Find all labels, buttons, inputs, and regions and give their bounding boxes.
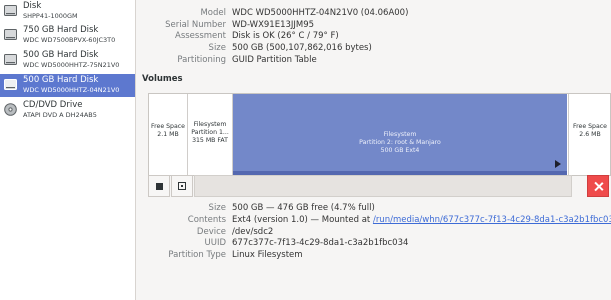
segment-label: Free Space	[573, 123, 607, 130]
disk-name: Disk	[23, 1, 42, 11]
disk-name: CD/DVD Drive	[23, 100, 83, 110]
serial-number-label: Serial Number	[165, 20, 226, 30]
assessment-label: Assessment	[175, 31, 226, 41]
segment-label: Filesystem	[193, 121, 227, 128]
disk-model: WDC WD7500BPVX-60JC3T0	[23, 36, 116, 44]
partitioning-label: Partitioning	[177, 55, 226, 65]
hard-disk-icon	[4, 79, 17, 90]
segment-size: 500 GB Ext4	[380, 147, 420, 154]
volumes-map: Free Space 2.1 MB Filesystem Partition 1…	[148, 93, 611, 176]
disk-item-500gb-2-selected[interactable]: 500 GB Hard Disk WDC WD5000HHTZ-04N21V0	[0, 74, 135, 97]
volume-size-label: Size	[208, 203, 226, 213]
partition-2-segment[interactable]: Filesystem Partition 2: root & Manjaro 5…	[233, 94, 567, 175]
play-icon	[555, 160, 561, 168]
segment-label: Filesystem	[383, 131, 417, 138]
segment-size: 2.6 MB	[579, 131, 601, 138]
size-label: Size	[208, 43, 226, 53]
uuid-label: UUID	[204, 238, 227, 248]
partition-settings-icon	[178, 182, 186, 190]
disk-item-cd-dvd[interactable]: CD/DVD Drive ATAPI DVD A DH24AB5	[0, 99, 135, 122]
segment-size: 315 MB FAT	[192, 137, 228, 144]
segment-label: Free Space	[151, 123, 185, 130]
toolbar-spacer	[194, 175, 572, 197]
disk-sidebar: Disk SHPP41-1000GM 750 GB Hard Disk WDC …	[0, 0, 136, 300]
contents-text: Ext4 (version 1.0) — Mounted at	[232, 215, 373, 225]
segment-size: 2.1 MB	[157, 131, 179, 138]
size-value: 500 GB (500,107,862,016 bytes)	[232, 43, 372, 53]
disk-model: ATAPI DVD A DH24AB5	[23, 111, 97, 119]
disk-item-750gb[interactable]: 750 GB Hard Disk WDC WD7500BPVX-60JC3T0	[0, 24, 135, 47]
device-label: Device	[196, 227, 226, 237]
disk-model: WDC WD5000HHTZ-75N21V0	[23, 61, 120, 69]
disk-name: 500 GB Hard Disk	[23, 50, 99, 60]
model-value: WDC WD5000HHTZ-04N21V0 (04.06A00)	[232, 8, 409, 18]
free-space-segment-1[interactable]: Free Space 2.1 MB	[149, 94, 188, 175]
volume-size-value: 500 GB — 476 GB free (4.7% full)	[232, 203, 375, 213]
partition-type-label: Partition Type	[168, 250, 226, 260]
hard-disk-icon	[4, 54, 17, 65]
volume-toolbar	[148, 175, 609, 197]
disk-model: SHPP41-1000GM	[23, 12, 78, 20]
delete-partition-button[interactable]	[587, 175, 609, 197]
uuid-value: 677c377c-7f13-4c29-8da1-c3a2b1fbc034	[232, 238, 409, 248]
segment-partition: Partition 1...	[191, 129, 229, 136]
optical-disc-icon	[4, 103, 17, 116]
stop-icon	[156, 183, 163, 190]
model-label: Model	[200, 8, 226, 18]
disk-model: WDC WD5000HHTZ-04N21V0	[23, 86, 120, 94]
drive-details-panel: Model WDC WD5000HHTZ-04N21V0 (04.06A00) …	[136, 0, 611, 300]
partition-1-segment[interactable]: Filesystem Partition 1... 315 MB FAT	[188, 94, 233, 175]
contents-label: Contents	[187, 215, 226, 225]
assessment-value: Disk is OK (26° C / 79° F)	[232, 31, 339, 41]
partitioning-value: GUID Partition Table	[232, 55, 317, 65]
partition-settings-button[interactable]	[171, 175, 193, 197]
segment-partition: Partition 2: root & Manjaro	[359, 139, 441, 146]
free-space-segment-2[interactable]: Free Space 2.6 MB	[568, 94, 611, 175]
unmount-button[interactable]	[148, 175, 170, 197]
serial-number-value: WD-WX91E13JJM95	[232, 20, 315, 30]
disk-item-500gb-1[interactable]: 500 GB Hard Disk WDC WD5000HHTZ-75N21V0	[0, 49, 135, 72]
disk-name: 750 GB Hard Disk	[23, 25, 99, 35]
volumes-title: Volumes	[142, 74, 183, 84]
disk-item-nvme[interactable]: Disk SHPP41-1000GM	[0, 0, 135, 23]
hard-disk-icon	[4, 29, 17, 40]
partition-type-value: Linux Filesystem	[232, 250, 303, 260]
hard-disk-icon	[4, 5, 17, 16]
device-value: /dev/sdc2	[232, 227, 274, 237]
disk-name: 500 GB Hard Disk	[23, 75, 99, 85]
contents-value: Ext4 (version 1.0) — Mounted at /run/med…	[232, 215, 611, 225]
mount-point-link[interactable]: /run/media/whn/677c377c-7f13-4c29-8da1-c…	[373, 215, 611, 225]
